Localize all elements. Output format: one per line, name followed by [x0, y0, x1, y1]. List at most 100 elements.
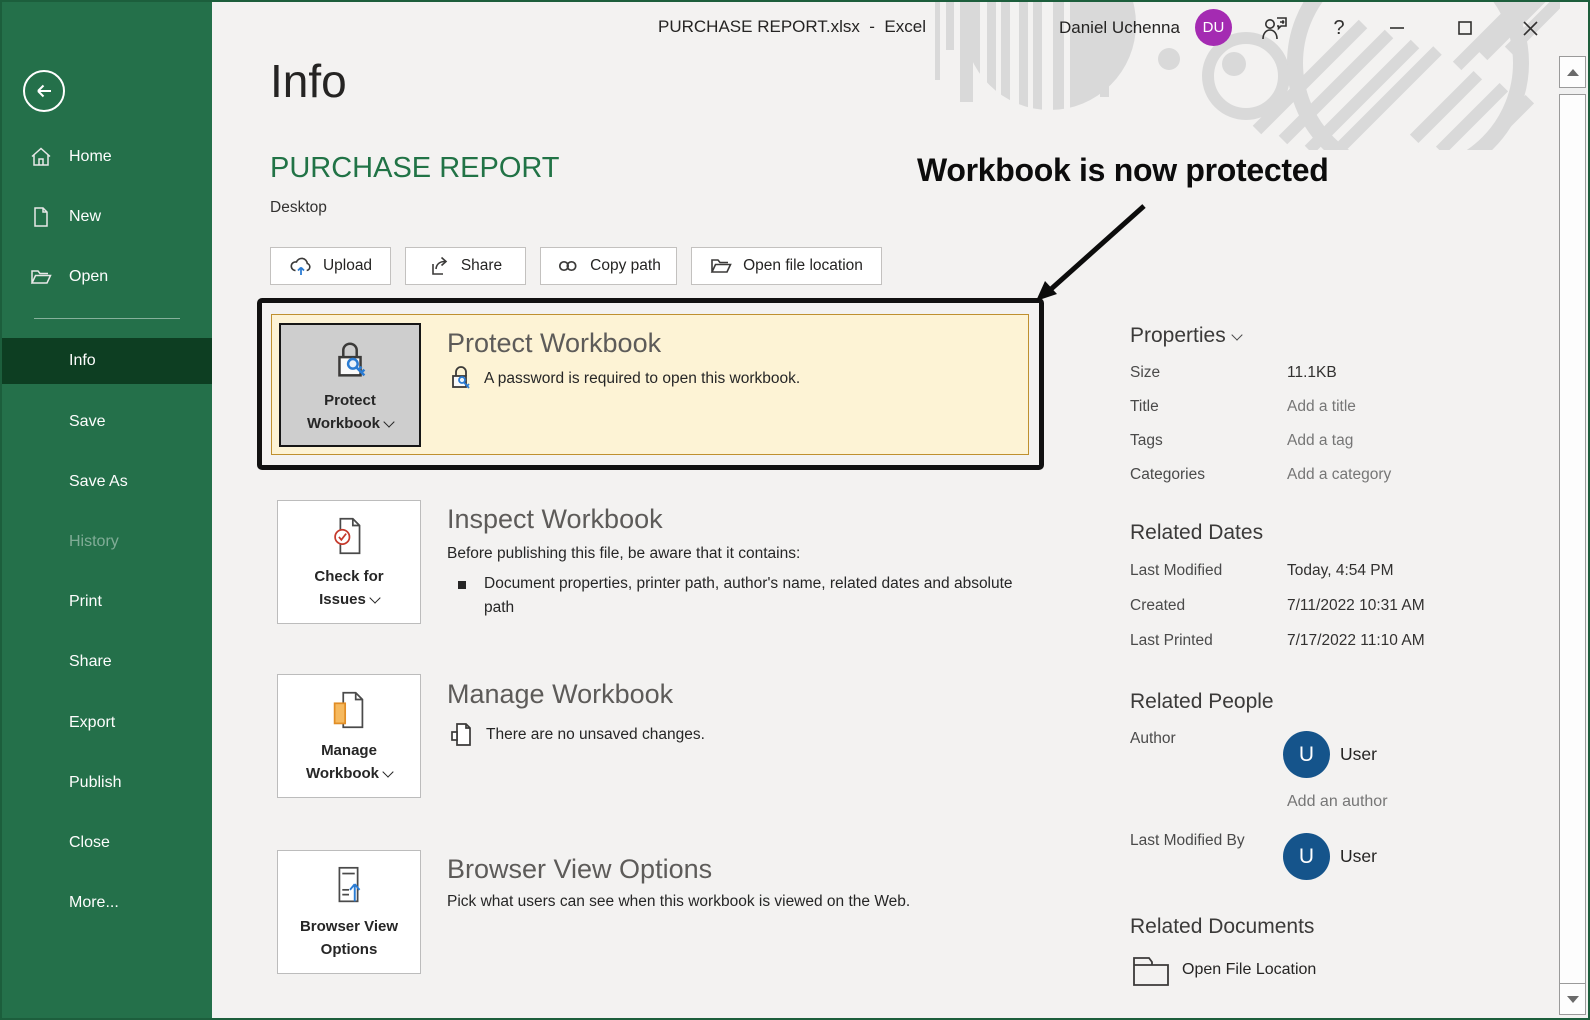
sidebar-item-label: Share	[69, 653, 112, 670]
account-name[interactable]: Daniel Uchenna	[1059, 18, 1180, 38]
tile-label: Options	[320, 941, 378, 958]
date-label: Last Modified	[1130, 562, 1223, 579]
last-modified-by-name[interactable]: User	[1340, 846, 1377, 867]
related-people-heading: Related People	[1130, 690, 1274, 713]
sidebar-item-save-as[interactable]: Save As	[2, 460, 212, 504]
sidebar-item-label: Print	[69, 593, 102, 610]
link-icon	[559, 260, 577, 272]
date-label: Created	[1130, 597, 1186, 614]
related-dates-heading: Related Dates	[1130, 521, 1264, 544]
sidebar-item-label: History	[69, 533, 119, 550]
author-avatar[interactable]: U	[1283, 731, 1330, 778]
open-folder-icon	[710, 259, 732, 273]
feedback-icon[interactable]	[1260, 13, 1290, 43]
help-icon[interactable]: ?	[1324, 13, 1354, 43]
open-file-location-button[interactable]: Open file location	[691, 247, 882, 285]
backstage-sidebar: Home New Open Info Save Save As History	[2, 2, 212, 1018]
tile-label: Browser View	[299, 918, 399, 935]
property-add-tag[interactable]: Add a tag	[1287, 432, 1353, 450]
author-name[interactable]: User	[1340, 744, 1377, 765]
tile-label: Workbook	[305, 765, 380, 782]
tile-label: Manage	[321, 742, 377, 759]
check-for-issues-dropdown-button[interactable]: Check for Issues	[277, 500, 421, 624]
scroll-down-button[interactable]	[1559, 983, 1586, 1015]
sidebar-separator	[34, 318, 180, 319]
close-button[interactable]	[1515, 13, 1545, 43]
property-value-size: 11.1KB	[1287, 364, 1337, 381]
sidebar-item-open[interactable]: Open	[2, 255, 212, 299]
lock-key-small-icon	[452, 366, 470, 389]
upload-cloud-icon	[290, 257, 311, 275]
sidebar-item-export[interactable]: Export	[2, 701, 212, 745]
sidebar-item-close[interactable]: Close	[2, 821, 212, 865]
chevron-down-icon	[383, 416, 395, 428]
last-modified-by-avatar[interactable]: U	[1283, 833, 1330, 880]
excel-backstage-window: PURCHASE REPORT.xlsx - Excel Daniel Uche…	[0, 0, 1590, 1020]
manage-workbook-heading: Manage Workbook	[447, 679, 674, 709]
property-add-category[interactable]: Add a category	[1287, 466, 1391, 484]
date-value: 7/11/2022 10:31 AM	[1287, 597, 1425, 614]
open-file-location-label: Open File Location	[1182, 961, 1317, 978]
manage-workbook-dropdown-button[interactable]: Manage Workbook	[277, 674, 421, 798]
protect-workbook-description: A password is required to open this work…	[484, 370, 801, 387]
last-modified-by-label: Last Modified By	[1130, 832, 1245, 849]
sidebar-item-label: New	[69, 208, 102, 225]
upload-button[interactable]: Upload	[270, 247, 391, 285]
inspect-workbook-heading: Inspect Workbook	[447, 504, 663, 534]
sidebar-item-home[interactable]: Home	[2, 135, 212, 179]
sidebar-item-label: Close	[69, 834, 110, 851]
document-title: PURCHASE REPORT	[270, 152, 560, 184]
sidebar-item-label: Save	[69, 413, 106, 430]
titlebar: PURCHASE REPORT.xlsx - Excel Daniel Uche…	[212, 2, 1588, 54]
property-label: Tags	[1130, 432, 1163, 449]
author-label: Author	[1130, 730, 1176, 747]
add-author-field[interactable]: Add an author	[1287, 793, 1388, 811]
maximize-button[interactable]	[1450, 13, 1480, 43]
sidebar-item-save[interactable]: Save	[2, 400, 212, 444]
properties-title: Properties	[1130, 324, 1226, 347]
scroll-up-button[interactable]	[1559, 56, 1586, 88]
sidebar-item-label: Home	[69, 148, 112, 165]
properties-dropdown[interactable]: Properties	[1130, 324, 1243, 348]
tile-label: Protect	[324, 392, 376, 409]
inspect-workbook-description: Before publishing this file, be aware th…	[447, 545, 801, 562]
copy-path-button[interactable]: Copy path	[540, 247, 677, 285]
vertical-scrollbar[interactable]	[1559, 56, 1586, 1015]
share-icon	[432, 256, 448, 275]
sidebar-item-info[interactable]: Info	[2, 338, 212, 384]
account-avatar[interactable]: DU	[1195, 9, 1232, 46]
back-arrow-icon	[37, 84, 51, 98]
sidebar-item-history: History	[2, 520, 212, 564]
sidebar-item-label: More...	[69, 894, 119, 911]
open-file-location-link[interactable]: Open File Location	[1130, 952, 1316, 988]
share-button[interactable]: Share	[405, 247, 526, 285]
annotation-text: Workbook is now protected	[917, 152, 1329, 188]
manage-workbook-description: There are no unsaved changes.	[486, 726, 705, 743]
lock-key-icon	[338, 342, 366, 377]
button-label: Copy path	[590, 257, 661, 274]
sidebar-item-label: Publish	[69, 774, 122, 791]
back-button[interactable]	[23, 70, 65, 112]
chevron-down-icon	[382, 766, 394, 778]
sidebar-item-share[interactable]: Share	[2, 640, 212, 684]
protect-workbook-dropdown-button[interactable]: Protect Workbook	[279, 323, 421, 447]
button-label: Upload	[322, 257, 373, 274]
sidebar-item-more[interactable]: More...	[2, 881, 212, 925]
sidebar-item-new[interactable]: New	[2, 195, 212, 239]
browser-view-options-button[interactable]: Browser View Options	[277, 850, 421, 974]
button-label: Open file location	[743, 257, 863, 274]
open-folder-icon	[30, 270, 52, 284]
new-document-icon	[34, 207, 48, 227]
sidebar-item-print[interactable]: Print	[2, 580, 212, 624]
browser-view-options-description: Pick what users can see when this workbo…	[447, 893, 911, 910]
scrollbar-thumb[interactable]	[1559, 94, 1586, 984]
property-add-title[interactable]: Add a title	[1287, 398, 1356, 416]
property-label: Size	[1130, 364, 1161, 381]
date-label: Last Printed	[1130, 632, 1213, 649]
sidebar-item-publish[interactable]: Publish	[2, 761, 212, 805]
property-label: Categories	[1130, 466, 1205, 483]
minimize-button[interactable]	[1382, 13, 1412, 43]
date-value: 7/17/2022 11:10 AM	[1287, 632, 1425, 649]
annotation-arrow	[1036, 204, 1146, 301]
date-value: Today, 4:54 PM	[1287, 562, 1394, 579]
